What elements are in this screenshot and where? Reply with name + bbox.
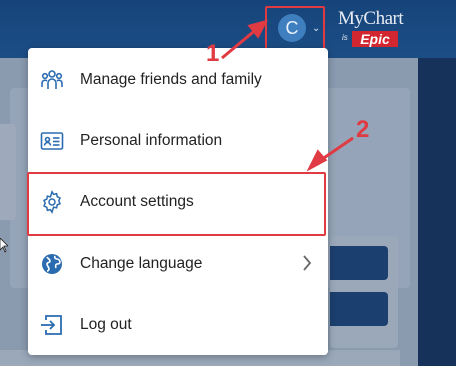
people-icon — [41, 70, 63, 89]
background-card — [0, 124, 16, 220]
id-card-icon — [40, 132, 64, 150]
mychart-logo[interactable]: MyChart is Epic — [336, 8, 416, 48]
menu-item-manage-friends[interactable]: Manage friends and family — [28, 50, 328, 111]
step-number-1: 1 — [206, 40, 220, 67]
menu-item-label: Change language — [80, 255, 203, 272]
chevron-right-icon — [303, 255, 312, 271]
background-button — [330, 292, 388, 326]
menu-item-log-out[interactable]: Log out — [28, 295, 328, 356]
epic-logo: Epic — [352, 31, 398, 47]
cursor-icon — [0, 238, 8, 253]
menu-item-label: Manage friends and family — [80, 71, 262, 88]
menu-item-label: Personal information — [80, 132, 223, 149]
account-menu-button[interactable]: C ⌄ — [265, 6, 325, 50]
menu-item-personal-information[interactable]: Personal information — [28, 111, 328, 172]
menu-item-label: Log out — [80, 316, 132, 333]
page-right-background — [418, 58, 456, 366]
menu-item-change-language[interactable]: Change language — [28, 234, 328, 295]
chevron-down-icon: ⌄ — [312, 23, 321, 34]
highlight-box-account-settings — [27, 172, 326, 236]
background-button — [330, 246, 388, 280]
globe-icon — [42, 254, 62, 274]
step-number-2: 2 — [356, 116, 370, 143]
logo-is-text: is — [342, 33, 348, 42]
logout-icon — [41, 315, 62, 335]
avatar: C — [278, 14, 306, 42]
logo-text: MyChart — [338, 8, 404, 29]
